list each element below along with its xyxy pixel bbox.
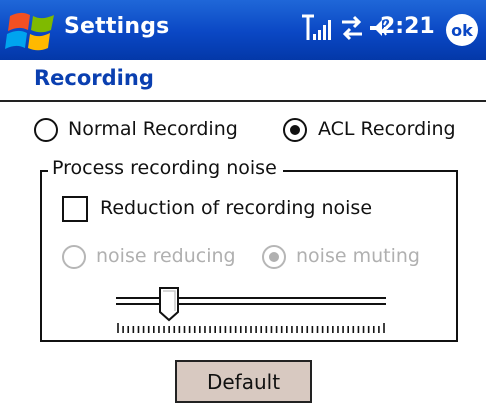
normal-recording-label[interactable]: Normal Recording: [68, 118, 238, 140]
noise-group-legend: Process recording noise: [48, 157, 283, 179]
ok-button-label: ok: [451, 20, 473, 40]
acl-recording-radio[interactable]: [283, 118, 307, 142]
windows-start-icon[interactable]: [4, 6, 60, 56]
signal-icon: [302, 14, 331, 40]
header-divider: [0, 100, 486, 102]
page-title: Recording: [34, 66, 154, 90]
noise-level-slider[interactable]: [116, 297, 386, 305]
clock: 2:21: [380, 14, 435, 39]
default-button-label: Default: [206, 369, 281, 394]
ok-button[interactable]: ok: [446, 14, 478, 46]
default-button[interactable]: Default: [175, 360, 312, 403]
noise-muting-radio[interactable]: [262, 245, 286, 269]
noise-reducing-label[interactable]: noise reducing: [96, 245, 236, 267]
app-title: Settings: [64, 14, 170, 39]
noise-reducing-radio[interactable]: [62, 245, 86, 269]
slider-thumb[interactable]: [158, 286, 180, 322]
noise-muting-label[interactable]: noise muting: [296, 245, 420, 267]
radio-selected-dot: [290, 125, 300, 135]
title-bar: Settings 2:21 ok: [0, 0, 486, 60]
acl-recording-label[interactable]: ACL Recording: [318, 118, 456, 140]
slider-ticks: [117, 323, 385, 333]
noise-reduction-label[interactable]: Reduction of recording noise: [100, 197, 372, 219]
noise-reduction-checkbox[interactable]: [62, 196, 88, 222]
normal-recording-radio[interactable]: [34, 118, 58, 142]
radio-selected-dot: [269, 252, 279, 262]
connectivity-icon: [342, 15, 362, 41]
